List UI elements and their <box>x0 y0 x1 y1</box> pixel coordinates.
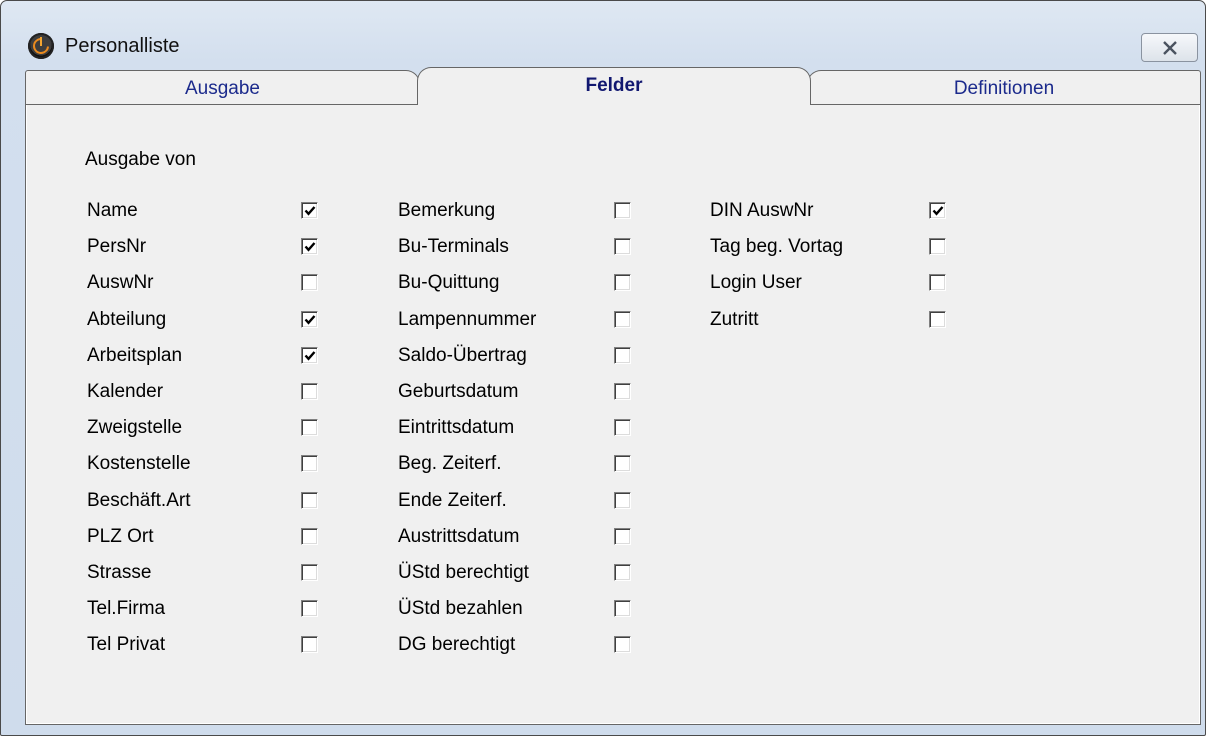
check-icon <box>304 206 316 216</box>
checkbox-login-user[interactable] <box>929 274 946 291</box>
field-label-din-auswnr: DIN AuswNr <box>710 200 814 221</box>
checkbox-din-auswnr[interactable] <box>929 202 946 219</box>
tab-felder[interactable]: Felder <box>417 67 811 105</box>
checkbox-lampennummer[interactable] <box>614 311 631 328</box>
field-label-tag-beg-vortag: Tag beg. Vortag <box>710 236 844 257</box>
field-label-bu-quittung: Bu-Quittung <box>398 272 500 293</box>
checkbox-bu-quittung[interactable] <box>614 274 631 291</box>
checkbox-zutritt[interactable] <box>929 311 946 328</box>
app-logo-icon <box>28 33 54 59</box>
checkbox-beschaft-art[interactable] <box>301 492 318 509</box>
checkbox-dg-berechtigt[interactable] <box>614 636 631 653</box>
checkbox-kostenstelle[interactable] <box>301 455 318 472</box>
check-icon <box>304 351 316 361</box>
tab-definitionen-label: Definitionen <box>953 78 1055 99</box>
field-label-tel-privat: Tel Privat <box>87 634 166 655</box>
checkbox-tel-firma[interactable] <box>301 600 318 617</box>
field-label-beschaft-art: Beschäft.Art <box>87 490 191 511</box>
checkbox-geburtsdatum[interactable] <box>614 383 631 400</box>
checkbox-arbeitsplan[interactable] <box>301 347 318 364</box>
field-label-ustd-bezahlen: ÜStd bezahlen <box>398 598 523 619</box>
tab-strip: Ausgabe Felder Definitionen <box>25 67 1201 106</box>
field-label-austrittsdatum: Austrittsdatum <box>398 526 520 547</box>
field-label-zutritt: Zutritt <box>710 309 759 330</box>
field-label-geburtsdatum: Geburtsdatum <box>398 381 519 402</box>
checkbox-persnr[interactable] <box>301 238 318 255</box>
section-label: Ausgabe von <box>85 149 196 170</box>
field-label-plz-ort: PLZ Ort <box>87 526 154 547</box>
field-label-beg-zeiterf: Beg. Zeiterf. <box>398 453 502 474</box>
field-label-kostenstelle: Kostenstelle <box>87 453 191 474</box>
field-label-kalender: Kalender <box>87 381 164 402</box>
tab-ausgabe[interactable]: Ausgabe <box>25 70 420 104</box>
field-label-arbeitsplan: Arbeitsplan <box>87 345 183 366</box>
field-label-abteilung: Abteilung <box>87 309 167 330</box>
close-icon <box>1162 40 1177 55</box>
checkbox-ende-zeiterf[interactable] <box>614 492 631 509</box>
check-icon <box>304 242 316 252</box>
checkbox-abteilung[interactable] <box>301 311 318 328</box>
field-label-bemerkung: Bemerkung <box>398 200 496 221</box>
checkbox-strasse[interactable] <box>301 564 318 581</box>
field-label-tel-firma: Tel.Firma <box>87 598 166 619</box>
checkbox-zweigstelle[interactable] <box>301 419 318 436</box>
checkbox-ustd-bezahlen[interactable] <box>614 600 631 617</box>
close-button[interactable] <box>1141 33 1198 62</box>
checkbox-tel-privat[interactable] <box>301 636 318 653</box>
field-label-login-user: Login User <box>710 272 802 293</box>
field-label-eintrittsdatum: Eintrittsdatum <box>398 417 515 438</box>
tab-panel-felder <box>25 104 1201 725</box>
field-label-ende-zeiterf: Ende Zeiterf. <box>398 490 507 511</box>
checkbox-bu-terminals[interactable] <box>614 238 631 255</box>
field-label-lampennummer: Lampennummer <box>398 309 537 330</box>
checkbox-saldo-ubertrag[interactable] <box>614 347 631 364</box>
check-icon <box>304 315 316 325</box>
field-label-dg-berechtigt: DG berechtigt <box>398 634 516 655</box>
checkbox-auswnr[interactable] <box>301 274 318 291</box>
tab-felder-label: Felder <box>585 75 643 96</box>
field-label-zweigstelle: Zweigstelle <box>87 417 183 438</box>
checkbox-bemerkung[interactable] <box>614 202 631 219</box>
checkbox-name[interactable] <box>301 202 318 219</box>
checkbox-tag-beg-vortag[interactable] <box>929 238 946 255</box>
checkbox-austrittsdatum[interactable] <box>614 528 631 545</box>
checkbox-kalender[interactable] <box>301 383 318 400</box>
checkbox-beg-zeiterf[interactable] <box>614 455 631 472</box>
field-label-bu-terminals: Bu-Terminals <box>398 236 509 257</box>
tab-ausgabe-label: Ausgabe <box>184 78 260 99</box>
title-bar[interactable]: Personalliste <box>1 1 1205 67</box>
window-title: Personalliste <box>65 35 180 57</box>
tab-definitionen[interactable]: Definitionen <box>807 70 1201 104</box>
checkbox-plz-ort[interactable] <box>301 528 318 545</box>
check-icon <box>932 206 944 216</box>
field-label-strasse: Strasse <box>87 562 152 583</box>
field-label-ustd-berechtigt: ÜStd berechtigt <box>398 562 529 583</box>
checkbox-eintrittsdatum[interactable] <box>614 419 631 436</box>
field-label-name: Name <box>87 200 138 221</box>
checkbox-ustd-berechtigt[interactable] <box>614 564 631 581</box>
field-label-saldo-ubertrag: Saldo-Übertrag <box>398 345 527 366</box>
field-label-auswnr: AuswNr <box>87 272 154 293</box>
window: Personalliste Ausgabe Felder Definitione… <box>0 0 1206 736</box>
field-label-persnr: PersNr <box>87 236 147 257</box>
